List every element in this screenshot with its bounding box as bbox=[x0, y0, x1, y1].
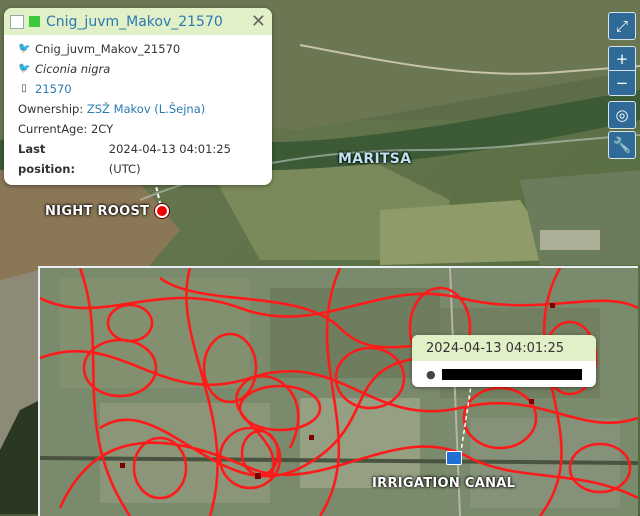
device-icon: ▯ bbox=[21, 83, 27, 94]
river-label: MARITSA bbox=[338, 151, 412, 167]
position-tooltip: 2024-04-13 04:01:25 ● bbox=[412, 335, 596, 387]
animal-info-popup: Cnig_juvm_Makov_21570 ✕ 🐦 Cnig_juvm_Makov… bbox=[4, 8, 272, 185]
twitter-icon: 🐦 bbox=[18, 63, 31, 74]
track-inset-map[interactable] bbox=[38, 266, 638, 516]
ownership-label: Ownership: bbox=[18, 102, 84, 116]
tooltip-timestamp: 2024-04-13 04:01:25 bbox=[412, 335, 596, 361]
track-color-swatch bbox=[29, 16, 40, 27]
night-roost-label: NIGHT ROOST bbox=[45, 204, 150, 219]
irrigation-canal-label: IRRIGATION CANAL bbox=[372, 476, 516, 491]
ownership-link[interactable]: ZSŽ Makov (L.Šejna) bbox=[87, 99, 205, 119]
fullscreen-button[interactable]: ⤢ bbox=[608, 12, 636, 40]
last-position-flag-icon[interactable] bbox=[446, 451, 462, 465]
twitter-icon: 🐦 bbox=[18, 43, 31, 54]
popup-body: 🐦 Cnig_juvm_Makov_21570 🐦 Ciconia nigra ▯ 2… bbox=[4, 35, 272, 185]
tooltip-location-row: ● bbox=[412, 361, 596, 387]
age-label: CurrentAge: bbox=[18, 122, 88, 136]
last-position-value: 2024-04-13 04:01:25 (UTC) bbox=[108, 142, 231, 176]
tag-id-link[interactable]: 21570 bbox=[35, 79, 72, 99]
close-icon[interactable]: ✕ bbox=[251, 12, 266, 31]
age-value: 2CY bbox=[90, 122, 114, 136]
gps-track-layer bbox=[40, 268, 638, 516]
redacted-location bbox=[441, 368, 582, 380]
zoom-out-button[interactable]: − bbox=[608, 70, 636, 96]
location-pin-icon: ● bbox=[426, 367, 436, 381]
animal-name: Cnig_juvm_Makov_21570 bbox=[35, 42, 181, 56]
wrench-icon: 🔧 bbox=[612, 136, 632, 154]
species-name: Ciconia nigra bbox=[35, 62, 111, 76]
popup-title[interactable]: Cnig_juvm_Makov_21570 bbox=[46, 14, 251, 30]
locate-button[interactable]: ◎ bbox=[608, 101, 636, 129]
expand-icon: ⤢ bbox=[615, 17, 628, 35]
last-position-label: Last position: bbox=[18, 142, 76, 176]
popup-header: Cnig_juvm_Makov_21570 ✕ bbox=[4, 8, 272, 35]
target-icon: ◎ bbox=[615, 106, 629, 124]
visibility-checkbox[interactable] bbox=[10, 14, 24, 29]
tools-button[interactable]: 🔧 bbox=[608, 131, 636, 159]
zoom-in-button[interactable]: + bbox=[608, 46, 636, 72]
night-roost-marker[interactable] bbox=[155, 204, 169, 218]
